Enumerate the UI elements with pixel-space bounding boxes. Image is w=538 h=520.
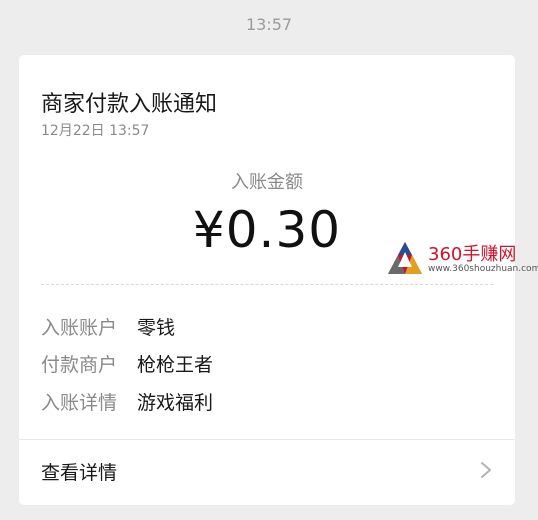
card-title: 商家付款入账通知 — [41, 92, 218, 117]
amount-label: 入账金额 — [231, 172, 303, 193]
dashed-divider — [41, 284, 493, 285]
info-key: 付款商户 — [41, 354, 118, 376]
message-timestamp: 13:57 — [245, 15, 293, 34]
view-details-link[interactable]: 查看详情 — [19, 440, 515, 500]
watermark-name: 360手赚网 — [428, 244, 517, 265]
info-row-detail: 入账详情 游戏福利 — [41, 388, 213, 415]
watermark: 360手赚网 www.360shouzhuan.com — [386, 238, 538, 280]
watermark-url: www.360shouzhuan.com — [428, 264, 538, 274]
info-row-account: 入账账户 零钱 — [41, 313, 175, 340]
payment-notification-card[interactable]: 商家付款入账通知 12月22日 13:57 入账金额 ¥0.30 入账账户 零钱 … — [19, 55, 515, 505]
info-row-merchant: 付款商户 枪枪王者 — [41, 350, 213, 377]
360-logo-icon — [388, 242, 422, 274]
chevron-right-icon — [481, 462, 491, 478]
view-details-label: 查看详情 — [41, 462, 118, 484]
info-key: 入账详情 — [41, 392, 118, 414]
info-value: 枪枪王者 — [137, 354, 214, 376]
info-value: 零钱 — [137, 317, 176, 339]
card-date: 12月22日 13:57 — [41, 123, 150, 139]
info-value: 游戏福利 — [137, 392, 214, 414]
info-key: 入账账户 — [41, 317, 118, 339]
